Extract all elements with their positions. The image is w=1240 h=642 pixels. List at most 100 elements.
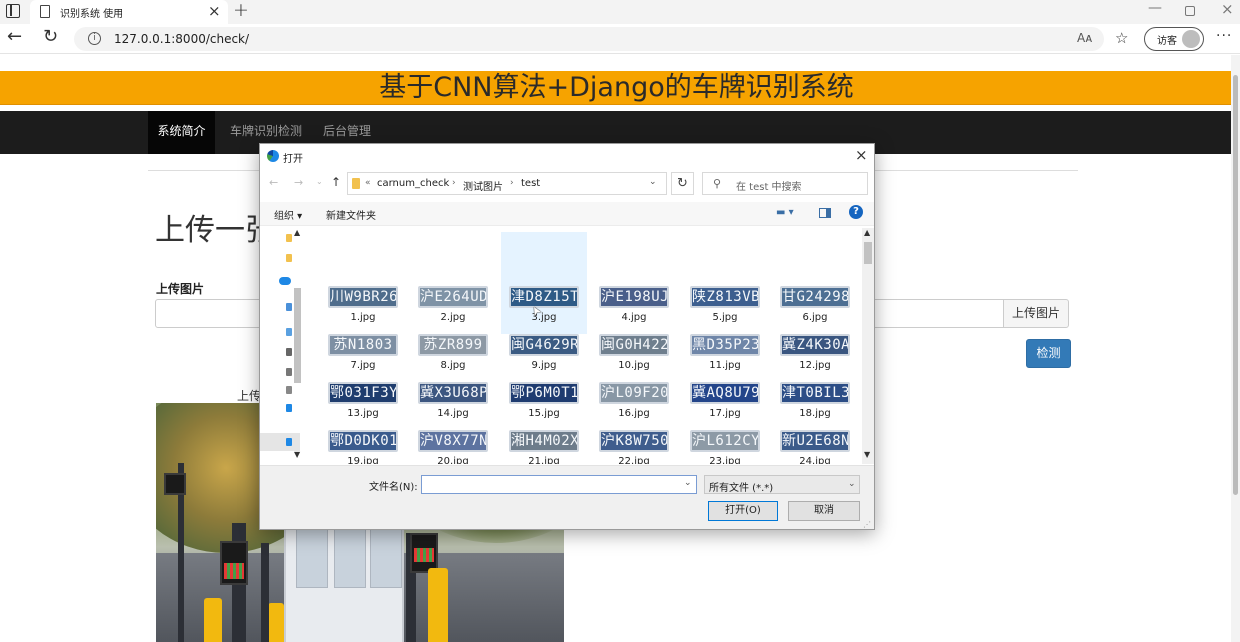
chevron-down-icon: ⌄ xyxy=(848,479,856,489)
address-bar[interactable]: i 127.0.0.1:8000/check/ Aᴀ xyxy=(74,27,1104,51)
close-tab-icon[interactable]: × xyxy=(208,2,221,20)
file-item[interactable]: 陕Z813VB 5.jpg xyxy=(682,286,768,332)
file-item[interactable]: 沪V8X77N 20.jpg xyxy=(410,430,496,464)
file-item[interactable]: 冀Z4K30A 12.jpg xyxy=(772,334,858,380)
chevron-up-icon[interactable]: ▲ xyxy=(294,228,300,237)
minimize-icon[interactable]: — xyxy=(1148,0,1162,16)
file-item[interactable]: 冀X3U68P 14.jpg xyxy=(410,382,496,428)
file-type-select[interactable]: 所有文件 (*.*) ⌄ xyxy=(704,475,860,494)
file-item[interactable]: 闽G4629R 9.jpg xyxy=(501,334,587,380)
preview-pane-icon[interactable] xyxy=(819,208,831,218)
info-icon[interactable]: i xyxy=(88,32,101,45)
dialog-forward-icon[interactable]: → xyxy=(294,176,303,189)
file-item[interactable]: 津D8Z15T 3.jpg xyxy=(501,286,587,332)
file-item[interactable]: 津T0BIL3 18.jpg xyxy=(772,382,858,428)
more-icon[interactable]: ··· xyxy=(1216,28,1232,44)
filename-input[interactable] xyxy=(421,475,697,494)
reload-icon[interactable]: ↻ xyxy=(43,26,58,47)
chevron-up-icon[interactable]: ▲ xyxy=(864,228,870,237)
onedrive-icon[interactable] xyxy=(279,277,291,285)
plate-thumbnail: 川W9BR26 xyxy=(328,286,398,308)
file-item[interactable]: 苏ZR899 8.jpg xyxy=(410,334,496,380)
tab-actions-icon[interactable] xyxy=(6,4,20,18)
file-item[interactable]: 甘G24298 6.jpg xyxy=(772,286,858,332)
file-name: 12.jpg xyxy=(799,360,831,371)
chevron-down-icon[interactable]: ⌄ xyxy=(684,478,692,488)
cancel-button[interactable]: 取消 xyxy=(788,501,860,521)
maximize-icon[interactable] xyxy=(1185,6,1195,16)
chevron-down-icon[interactable]: ▼ xyxy=(864,450,870,459)
file-item[interactable]: 黑D35P23 11.jpg xyxy=(682,334,768,380)
file-item[interactable]: 川W9BR26 1.jpg xyxy=(320,286,406,332)
folder-icon[interactable] xyxy=(286,254,292,262)
new-folder-button[interactable]: 新建文件夹 xyxy=(326,207,376,222)
file-item[interactable]: 沪L09F20 16.jpg xyxy=(591,382,677,428)
file-item[interactable]: 沪L612CY 23.jpg xyxy=(682,430,768,464)
file-item[interactable]: 沪E198UJ 4.jpg xyxy=(591,286,677,332)
file-name: 10.jpg xyxy=(618,360,650,371)
recent-locations-icon[interactable]: ⌄ xyxy=(316,177,323,186)
upload-button[interactable]: 上传图片 xyxy=(1003,299,1069,328)
file-item[interactable]: 沪E264UD 2.jpg xyxy=(410,286,496,332)
file-item[interactable]: 苏N1803 7.jpg xyxy=(320,334,406,380)
drive-icon[interactable] xyxy=(286,386,292,394)
file-item[interactable]: 新U2E68N 24.jpg xyxy=(772,430,858,464)
pc-icon[interactable] xyxy=(286,303,292,311)
sidebar-selected-item[interactable] xyxy=(260,433,300,451)
drive-icon[interactable] xyxy=(286,328,292,336)
page-scroll-thumb[interactable] xyxy=(1233,75,1238,495)
file-item[interactable]: 鄂D0DK01 19.jpg xyxy=(320,430,406,464)
profile-button[interactable]: 访客 xyxy=(1144,27,1204,51)
edge-browser-icon xyxy=(267,150,279,162)
drive-icon[interactable] xyxy=(286,348,292,356)
nav-item-intro[interactable]: 系统简介 xyxy=(148,111,215,154)
chevron-right-icon[interactable]: › xyxy=(452,178,456,188)
chevron-down-icon[interactable]: ⌄ xyxy=(649,177,657,187)
up-folder-icon[interactable]: ↑ xyxy=(331,175,341,189)
file-list-scroll-thumb[interactable] xyxy=(864,242,872,264)
file-item[interactable]: 冀AQ8U79 17.jpg xyxy=(682,382,768,428)
page-scrollbar[interactable] xyxy=(1231,55,1240,642)
open-button[interactable]: 打开(O) xyxy=(708,501,778,521)
file-item[interactable]: 湘H4M02X 21.jpg xyxy=(501,430,587,464)
breadcrumb-item[interactable]: test xyxy=(521,178,540,189)
download-icon[interactable] xyxy=(286,404,292,412)
breadcrumb-overflow-icon[interactable]: « xyxy=(365,178,371,188)
url-text[interactable]: 127.0.0.1:8000/check/ xyxy=(114,32,249,46)
breadcrumb-item[interactable]: carnum_check xyxy=(377,178,449,189)
plate-thumbnail: 冀X3U68P xyxy=(418,382,488,404)
read-aloud-icon[interactable]: Aᴀ xyxy=(1077,31,1092,45)
back-icon[interactable]: ← xyxy=(7,26,22,47)
file-list-scrollbar[interactable]: ▲ ▼ xyxy=(862,228,874,464)
view-options-icon[interactable]: ▬ ▾ xyxy=(776,207,794,218)
refresh-icon[interactable]: ↻ xyxy=(671,172,694,195)
file-item[interactable]: 沪K8W750 22.jpg xyxy=(591,430,677,464)
plate-thumbnail: 甘G24298 xyxy=(780,286,850,308)
folder-icon[interactable] xyxy=(286,234,292,242)
plate-thumbnail: 沪V8X77N xyxy=(418,430,488,452)
search-placeholder: 在 test 中搜索 xyxy=(736,182,802,193)
file-item[interactable]: 鄂P6M0T1 15.jpg xyxy=(501,382,587,428)
dialog-search-input[interactable]: ⚲ 在 test 中搜索 xyxy=(702,172,868,195)
path-breadcrumb[interactable]: « carnum_check › 测试图片 › test ⌄ xyxy=(347,172,667,195)
file-item[interactable]: 鄂031F3Y 13.jpg xyxy=(320,382,406,428)
detect-button[interactable]: 检测 xyxy=(1026,339,1071,368)
sidebar-scroll-thumb[interactable] xyxy=(294,288,301,383)
drive-icon[interactable] xyxy=(286,438,292,446)
resize-grip-icon[interactable]: ⋰ xyxy=(863,520,871,529)
help-icon[interactable]: ? xyxy=(849,205,863,219)
dialog-back-icon[interactable]: ← xyxy=(269,176,278,189)
chevron-down-icon[interactable]: ▼ xyxy=(294,450,300,459)
close-window-icon[interactable]: × xyxy=(1221,0,1234,18)
organize-menu[interactable]: 组织 ▾ xyxy=(274,207,302,222)
new-tab-icon[interactable]: + xyxy=(233,0,249,21)
dialog-close-icon[interactable]: × xyxy=(855,146,868,164)
drive-icon[interactable] xyxy=(286,368,292,376)
file-name: 20.jpg xyxy=(437,456,469,464)
breadcrumb-item[interactable]: 测试图片 xyxy=(463,178,503,193)
favorites-icon[interactable]: ☆ xyxy=(1115,29,1128,47)
file-item[interactable]: 闽G0H422 10.jpg xyxy=(591,334,677,380)
browser-tab[interactable]: 识别系统 使用 × xyxy=(30,0,228,24)
dialog-nav-bar: ← → ⌄ ↑ « carnum_check › 测试图片 › test ⌄ ↻… xyxy=(260,170,874,198)
chevron-right-icon[interactable]: › xyxy=(510,178,514,188)
